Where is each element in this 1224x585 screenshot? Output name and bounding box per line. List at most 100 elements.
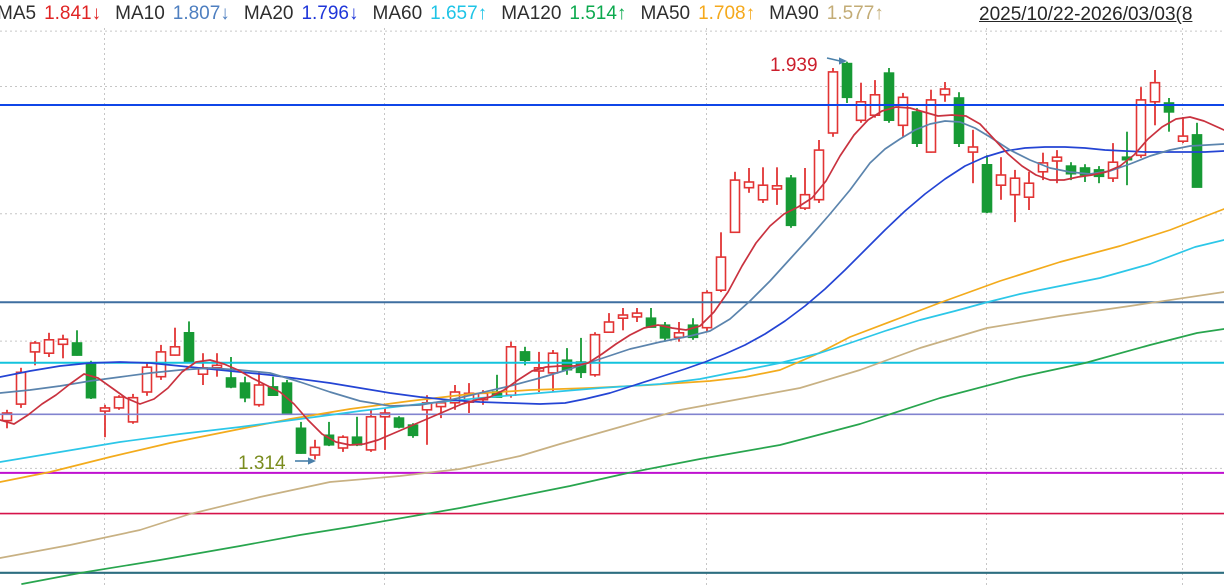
candle-body (31, 343, 40, 352)
candlestick-chart[interactable]: 1.939 1.314 (0, 0, 1224, 585)
ma-legend: MA51.841↓MA101.807↓MA201.796↓MA601.657↑M… (0, 3, 884, 25)
candle[interactable] (549, 350, 558, 392)
candle[interactable] (143, 362, 152, 396)
candle[interactable] (255, 372, 264, 406)
candle[interactable] (367, 410, 376, 452)
candle-body (255, 385, 264, 405)
candle-body (143, 367, 152, 392)
candle-body (731, 180, 740, 232)
candle-body (1053, 157, 1062, 161)
ma-label: MA10 (115, 3, 165, 25)
candle[interactable] (31, 341, 40, 365)
candle[interactable] (857, 83, 866, 123)
candle-body (101, 408, 110, 411)
candle[interactable] (227, 357, 236, 388)
candle[interactable] (1179, 117, 1188, 143)
candle[interactable] (731, 172, 740, 233)
candle[interactable] (171, 328, 180, 356)
ma-line-ma50 (0, 209, 1224, 482)
candle-body (437, 403, 446, 407)
candle[interactable] (297, 422, 306, 454)
candle[interactable] (395, 416, 404, 428)
candle[interactable] (437, 402, 446, 418)
candle[interactable] (983, 155, 992, 213)
candle[interactable] (325, 422, 334, 446)
candle-body (1025, 183, 1034, 197)
candle[interactable] (745, 168, 754, 193)
candle[interactable] (507, 342, 516, 398)
candle[interactable] (997, 157, 1006, 200)
ma-legend-item-ma10: MA101.807↓ (115, 3, 230, 25)
annotation-arrow (827, 58, 840, 61)
candle-body (171, 347, 180, 355)
candle-body (1151, 83, 1160, 102)
candle[interactable] (717, 232, 726, 292)
ma-label: MA50 (640, 3, 690, 25)
candle[interactable] (213, 353, 222, 377)
candle-body (927, 100, 936, 152)
candle[interactable] (871, 80, 880, 118)
candle[interactable] (941, 82, 950, 102)
candle[interactable] (1151, 70, 1160, 125)
candle[interactable] (1053, 150, 1062, 183)
candle-body (829, 72, 838, 133)
candle-body (521, 352, 530, 360)
annotation-1-314: 1.314 (238, 453, 316, 474)
candle-body (717, 257, 726, 290)
ma-value: 1.514↑ (569, 3, 626, 25)
candle[interactable] (1109, 143, 1118, 182)
stock-chart-app: 1.9391.314 MA51.841↓MA101.807↓MA201.796↓… (0, 0, 1224, 585)
candle[interactable] (45, 333, 54, 357)
candle-body (1179, 136, 1188, 141)
candle[interactable] (1025, 172, 1034, 210)
candle[interactable] (955, 92, 964, 147)
candle[interactable] (899, 93, 908, 137)
candle[interactable] (1193, 123, 1202, 187)
candle[interactable] (59, 335, 68, 359)
candle[interactable] (129, 394, 138, 424)
ma-legend-item-ma60: MA601.657↑ (373, 3, 488, 25)
candle[interactable] (773, 167, 782, 205)
candle-body (591, 335, 600, 375)
candle[interactable] (115, 395, 124, 410)
candle[interactable] (605, 313, 614, 333)
candle[interactable] (535, 352, 544, 392)
candle[interactable] (787, 175, 796, 228)
candle[interactable] (759, 167, 768, 203)
candle[interactable] (311, 440, 320, 460)
candle[interactable] (73, 330, 82, 355)
candle[interactable] (241, 377, 250, 403)
ma-value: 1.796↓ (301, 3, 358, 25)
candle[interactable] (969, 130, 978, 183)
candle-body (619, 315, 628, 318)
candle[interactable] (619, 308, 628, 330)
candle[interactable] (353, 417, 362, 446)
candle[interactable] (1165, 98, 1174, 132)
candle-body (311, 447, 320, 455)
candle[interactable] (927, 90, 936, 153)
candle-body (787, 178, 796, 225)
candle[interactable] (633, 308, 642, 322)
candle-body (367, 417, 376, 450)
candle[interactable] (703, 290, 712, 332)
ma-legend-item-ma90: MA901.577↑ (769, 3, 884, 25)
ma-line-ma20 (0, 147, 1224, 404)
candle[interactable] (647, 308, 656, 328)
date-range-label[interactable]: 2025/10/22-2026/03/03(8 (979, 4, 1192, 26)
candle[interactable] (661, 322, 670, 342)
candle[interactable] (3, 410, 12, 429)
candle[interactable] (185, 321, 194, 362)
candle-body (59, 339, 68, 344)
ma-value: 1.841↓ (44, 3, 101, 25)
candle[interactable] (885, 68, 894, 123)
candle[interactable] (577, 338, 586, 378)
candle[interactable] (101, 405, 110, 437)
ma-legend-item-ma50: MA50 1.708↑ (640, 3, 755, 25)
candle[interactable] (843, 62, 852, 103)
candle[interactable] (591, 332, 600, 377)
ma-value: 1.708↑ (698, 3, 755, 25)
candle-body (297, 428, 306, 453)
candle-body (17, 372, 26, 404)
annotation-label: 1.939 (770, 55, 818, 76)
candle[interactable] (829, 68, 838, 137)
